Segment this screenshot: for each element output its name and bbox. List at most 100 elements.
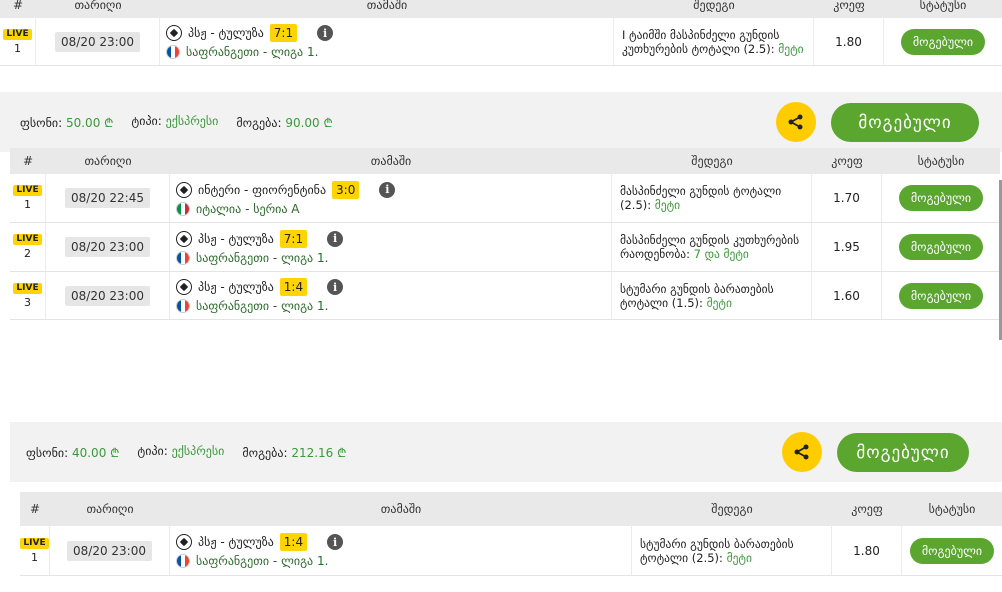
- odds-value: 1.95: [812, 223, 882, 271]
- row-number: 3: [24, 295, 31, 309]
- table-header: # თარიღი თამაში შედეგი კოეფ სტატუსი: [0, 0, 1002, 18]
- win-value: 212.16 ₾: [291, 445, 347, 460]
- col-date: თარიღი: [74, 0, 122, 12]
- row-number: 1: [24, 198, 31, 211]
- table-row: LIVE 1 08/20 22:45 ინტერი - ფიორენტინა 3:0…: [10, 174, 1000, 223]
- bet-description: სტუმარი გუნდის ბარათების ტოტალი (1.5): მ…: [612, 272, 812, 319]
- match-name[interactable]: პსჟ - ტულუზა: [198, 232, 274, 246]
- match-date: 08/20 23:00: [65, 285, 150, 306]
- col-status: სტატუსი: [928, 502, 976, 516]
- win-status-button[interactable]: მოგებული: [837, 433, 969, 472]
- flag-icon: [176, 554, 190, 568]
- match-name[interactable]: პსჟ - ტულუზა: [198, 535, 274, 549]
- share-icon: [788, 114, 803, 130]
- col-date: თარიღი: [84, 154, 132, 168]
- col-bet: შედეგი: [693, 0, 735, 12]
- league-name: საფრანგეთი - ლიგა 1.: [196, 299, 329, 313]
- col-game: თამაში: [380, 502, 422, 516]
- ticket-2-table: # თარიღი თამაში შედეგი კოეფ სტატუსი LIVE…: [10, 148, 1000, 320]
- row-number: 1: [14, 41, 21, 55]
- match-date: 08/20 23:00: [55, 31, 140, 52]
- bet-description: მასპინძელი გუნდის კუთხურების რაოდენობა: …: [612, 223, 812, 271]
- col-status: სტატუსი: [917, 154, 965, 168]
- match-name[interactable]: პსჟ - ტულუზა: [198, 280, 274, 294]
- live-badge: LIVE: [13, 282, 42, 294]
- bet-description: სტუმარი გუნდის ბარათების ტოტალი (2.5): მ…: [632, 526, 832, 575]
- match-score: 3:0: [332, 180, 360, 199]
- odds-value: 1.70: [812, 174, 882, 222]
- ticket-1-table: # თარიღი თამაში შედეგი კოეფ სტატუსი LIVE…: [0, 0, 1002, 66]
- league-name: საფრანგეთი - ლიგა 1.: [196, 554, 329, 568]
- status-win-badge: მოგებული: [898, 234, 984, 260]
- flag-icon: [176, 250, 190, 265]
- col-odds: კოეფ: [833, 0, 865, 12]
- status-win-badge: მოგებული: [909, 537, 995, 564]
- col-bet: შედეგი: [711, 502, 753, 516]
- col-num: #: [29, 502, 41, 516]
- table-header: # თარიღი თამაში შედეგი კოეფ სტატუსი: [20, 492, 1002, 526]
- flag-icon: [176, 201, 190, 216]
- match-score: 7:1: [279, 229, 308, 248]
- info-icon[interactable]: i: [327, 279, 344, 295]
- ball-icon: [176, 279, 192, 295]
- info-icon[interactable]: i: [327, 534, 344, 550]
- match-name[interactable]: პსჟ - ტულუზა: [188, 26, 264, 40]
- col-game: თამაში: [366, 0, 408, 12]
- col-game: თამაში: [370, 154, 412, 168]
- table-row: LIVE 1 08/20 23:00 პსჟ - ტულუზა 1:4 i საფრა…: [20, 526, 1002, 576]
- col-odds: კოეფ: [851, 502, 883, 516]
- ball-icon: [176, 230, 192, 247]
- league-name: საფრანგეთი - ლიგა 1.: [196, 250, 329, 265]
- info-icon[interactable]: i: [379, 181, 396, 198]
- ticket-1-summary: ფსონი: 50.00 ₾ ტიპი: ექსპრესი მოგება: 90…: [0, 92, 1002, 152]
- match-date: 08/20 22:45: [65, 188, 150, 208]
- table-row: LIVE 3 08/20 23:00 პსჟ - ტულუზა 1:4 i საფრა…: [10, 272, 1000, 320]
- info-icon[interactable]: i: [317, 25, 334, 41]
- stake-value: 40.00 ₾: [71, 445, 120, 460]
- table-header: # თარიღი თამაში შედეგი კოეფ სტატუსი: [10, 148, 1000, 174]
- odds-value: 1.60: [812, 272, 882, 319]
- ball-icon: [166, 25, 182, 41]
- flag-icon: [166, 45, 180, 59]
- match-score: 1:4: [279, 533, 308, 551]
- match-date: 08/20 23:00: [65, 237, 150, 257]
- league-name: იტალია - სერია A: [196, 201, 300, 216]
- match-name[interactable]: ინტერი - ფიორენტინა: [198, 183, 326, 197]
- bet-description: მასპინძელი გუნდის ტოტალი (2.5): მეტი: [612, 174, 812, 222]
- match-score: 7:1: [269, 24, 298, 42]
- odds-value: 1.80: [814, 18, 884, 65]
- share-button[interactable]: [776, 102, 816, 142]
- ticket-2-summary: ფსონი: 40.00 ₾ ტიპი: ექსპრესი მოგება: 21…: [10, 422, 1002, 482]
- match-score: 1:4: [279, 278, 308, 296]
- table-row: LIVE 1 08/20 23:00 პსჟ - ტულუზა 7:1 i საფრა…: [0, 18, 1002, 66]
- status-win-badge: მოგებული: [898, 282, 984, 309]
- ball-icon: [176, 534, 192, 550]
- col-num: #: [12, 0, 24, 12]
- col-num: #: [22, 154, 34, 168]
- row-number: 2: [24, 247, 31, 260]
- win-status-button[interactable]: მოგებული: [831, 103, 979, 142]
- col-bet: შედეგი: [691, 154, 733, 168]
- ticket-3-table: # თარიღი თამაში შედეგი კოეფ სტატუსი LIVE…: [20, 492, 1002, 576]
- col-status: სტატუსი: [919, 0, 967, 12]
- info-icon[interactable]: i: [327, 230, 344, 247]
- flag-icon: [176, 299, 190, 313]
- odds-value: 1.80: [832, 526, 902, 575]
- win-value: 90.00 ₾: [285, 115, 333, 130]
- bet-type: ექსპრესი: [171, 443, 225, 458]
- live-badge: LIVE: [20, 537, 49, 549]
- status-win-badge: მოგებული: [898, 185, 984, 211]
- status-win-badge: მოგებული: [900, 28, 986, 55]
- live-badge: LIVE: [3, 28, 32, 40]
- live-badge: LIVE: [13, 234, 42, 245]
- share-icon: [794, 444, 809, 460]
- ball-icon: [176, 181, 192, 198]
- live-badge: LIVE: [13, 185, 42, 196]
- share-button[interactable]: [782, 432, 822, 472]
- bet-description: I ტაიმში მასპინძელი გუნდის კუთხურების ტო…: [614, 18, 814, 65]
- col-odds: კოეფ: [831, 154, 863, 168]
- col-date: თარიღი: [86, 502, 134, 516]
- row-number: 1: [31, 550, 38, 564]
- bet-type: ექსპრესი: [165, 113, 219, 128]
- table-row: LIVE 2 08/20 23:00 პსჟ - ტულუზა 7:1 i საფრა…: [10, 223, 1000, 272]
